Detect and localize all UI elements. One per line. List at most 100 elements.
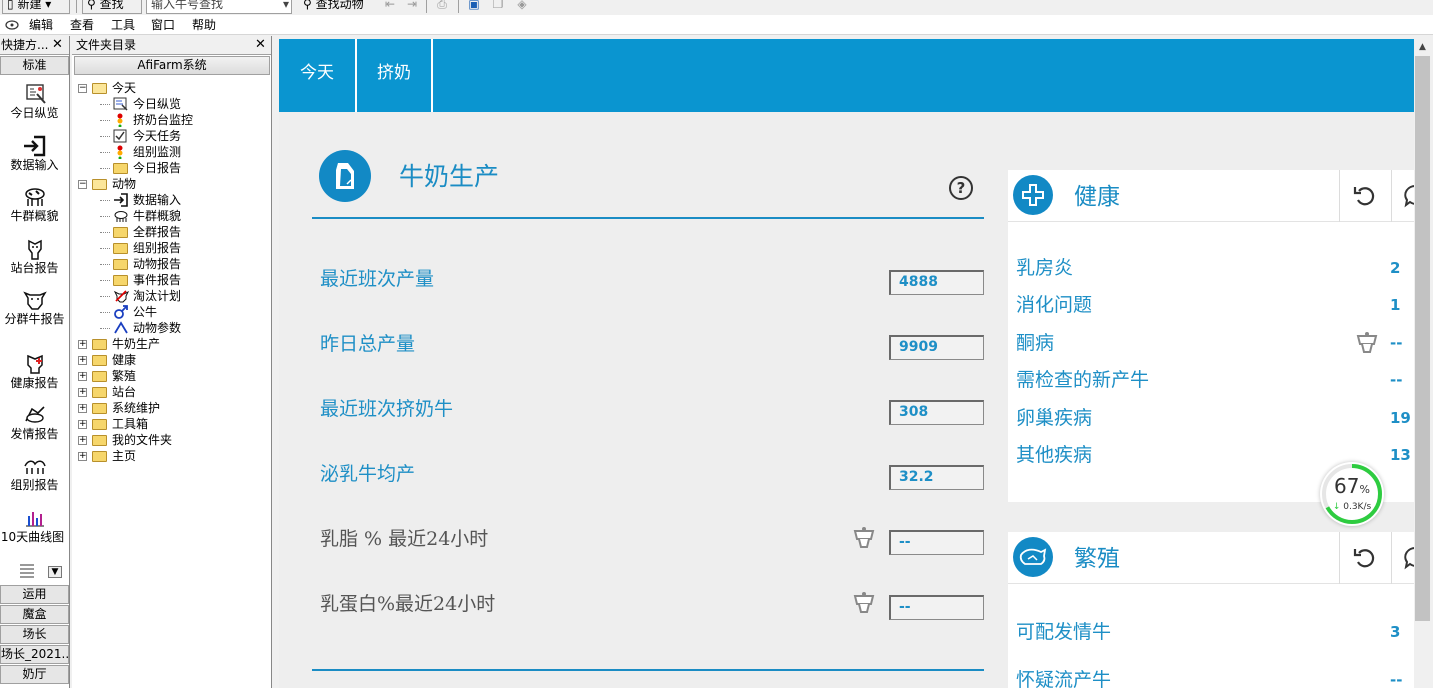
new-button[interactable]: ▯ 新建 ▾ [2,0,70,14]
scroll-down-icon[interactable]: ▼ [48,566,62,578]
tree-item[interactable]: 牛群概貌 [72,208,270,224]
section-magic-box[interactable]: 魔盒 [0,605,69,624]
health-row-value[interactable]: 19 [1390,409,1411,427]
find-button[interactable]: ⚲ 查找 [82,0,142,14]
shortcut-health-report[interactable]: 健康报告 [0,352,69,390]
find-animal-button[interactable]: ⚲ 查找动物 [298,0,378,14]
menu-tools[interactable]: 工具 [111,17,135,33]
chevron-down-icon[interactable]: ▾ [283,0,289,13]
expand-icon[interactable]: + [78,372,87,381]
menu-window[interactable]: 窗口 [151,17,175,33]
health-row-label[interactable]: 需检查的新产牛 [1016,365,1149,392]
section-operation[interactable]: 运用 [0,585,69,604]
health-row-label[interactable]: 消化问题 [1016,290,1092,317]
tab-milking[interactable]: 挤奶 [357,39,433,112]
scroll-up-icon[interactable]: ▲ [1414,39,1431,55]
tree-item[interactable]: 今日报告 [72,160,270,176]
expand-icon[interactable]: + [78,340,87,349]
health-row-value[interactable]: 2 [1390,259,1400,277]
section-standard[interactable]: 标准 [0,56,69,75]
shortcut-group-report[interactable]: 组别报告 [0,454,69,492]
shortcut-station-report[interactable]: 站台报告 [0,237,69,275]
shortcut-10-day-curve[interactable]: 10天曲线图 [0,506,69,544]
health-row-value[interactable]: -- [1390,371,1402,389]
breeding-row-value[interactable]: -- [1390,671,1402,688]
tree-item[interactable]: 组别报告 [72,240,270,256]
expand-icon[interactable]: + [78,388,87,397]
kpi-label[interactable]: 乳脂 % 最近24小时 [320,524,488,551]
kpi-label[interactable]: 泌乳牛均产 [320,459,415,486]
scroll-thumb[interactable] [1415,56,1430,621]
refresh-icon[interactable] [1351,544,1379,572]
search-combobox[interactable]: 输入牛号查找 ▾ [146,0,292,14]
menu-edit[interactable]: 编辑 [29,17,53,33]
network-speed-widget[interactable]: 67% ↓ 0.3K/s [1320,462,1384,526]
shortcut-heat-report[interactable]: 发情报告 [0,403,69,441]
collapse-icon[interactable]: − [78,180,87,189]
vertical-scrollbar[interactable]: ▲ [1414,39,1431,688]
expand-icon[interactable]: + [78,420,87,429]
section-milking-parlor[interactable]: 奶厅 [0,665,69,684]
tab-today[interactable]: 今天 [279,39,357,112]
close-icon[interactable]: ✕ [52,36,63,54]
tree-item[interactable]: + 牛奶生产 [72,336,270,352]
tree-item[interactable]: 组别监测 [72,144,270,160]
tree-item[interactable]: 淘汰计划 [72,288,270,304]
kpi-label[interactable]: 最近班次产量 [320,264,434,291]
help-icon[interactable]: ? [949,176,973,200]
cascade-windows-icon[interactable]: ❐ [490,0,506,12]
tree-item[interactable]: 动物报告 [72,256,270,272]
menu-help[interactable]: 帮助 [192,17,216,33]
health-row-label[interactable]: 酮病 [1016,328,1054,355]
expand-icon[interactable]: + [78,404,87,413]
shortcut-group-cow-report[interactable]: 分群牛报告 [0,288,69,326]
health-row-value[interactable]: 13 [1390,446,1411,464]
tree-item[interactable]: + 健康 [72,352,270,368]
tree-item[interactable]: + 站台 [72,384,270,400]
kpi-label[interactable]: 昨日总产量 [320,329,415,356]
tree-item[interactable]: 公牛 [72,304,270,320]
tree-item[interactable]: + 工具箱 [72,416,270,432]
tree-item[interactable]: − 动物 [72,176,270,192]
layers-icon[interactable]: ◈ [514,0,530,12]
health-row-value[interactable]: 1 [1390,296,1400,314]
shortcut-data-entry[interactable]: 数据输入 [0,134,69,172]
tree-item[interactable]: 全群报告 [72,224,270,240]
tree-item[interactable]: + 我的文件夹 [72,432,270,448]
kpi-label[interactable]: 最近班次挤奶牛 [320,394,453,421]
nav-back-icon[interactable]: ⇤ [382,0,398,12]
tree-root[interactable]: AfiFarm系统 [74,56,270,75]
menu-view[interactable]: 查看 [70,17,94,33]
print-icon[interactable]: ⎙ [434,0,450,12]
shortcut-herd-overview[interactable]: 牛群概貌 [0,185,69,223]
health-row-label[interactable]: 其他疾病 [1016,440,1092,467]
tree-item[interactable]: 事件报告 [72,272,270,288]
health-row-label[interactable]: 卵巢疾病 [1016,403,1092,430]
section-manager[interactable]: 场长 [0,625,69,644]
collapse-icon[interactable]: − [78,84,87,93]
section-manager-2021[interactable]: 场长_2021... [0,645,69,664]
tree-item[interactable]: 数据输入 [72,192,270,208]
tree-item[interactable]: + 主页 [72,448,270,464]
expand-icon[interactable]: + [78,436,87,445]
breeding-row-label[interactable]: 可配发情牛 [1016,617,1111,644]
shortcut-today-overview[interactable]: 今日纵览 [0,82,69,120]
tile-windows-icon[interactable]: ▣ [466,0,482,12]
tree-item[interactable]: + 系统维护 [72,400,270,416]
shortcut-more[interactable]: ▼ [0,559,69,585]
refresh-icon[interactable] [1351,182,1379,210]
expand-icon[interactable]: + [78,452,87,461]
nav-forward-icon[interactable]: ⇥ [404,0,420,12]
app-menu-icon[interactable] [4,17,20,35]
tree-item[interactable]: 挤奶台监控 [72,112,270,128]
tree-item[interactable]: 动物参数 [72,320,270,336]
kpi-label[interactable]: 乳蛋白%最近24小时 [320,589,495,616]
tree-item[interactable]: 今日纵览 [72,96,270,112]
breeding-row-value[interactable]: 3 [1390,623,1400,641]
tree-item[interactable]: − 今天 [72,80,270,96]
close-icon[interactable]: ✕ [255,36,266,54]
health-row-value[interactable]: -- [1390,334,1402,352]
tree-item[interactable]: 今天任务 [72,128,270,144]
breeding-row-label[interactable]: 怀疑流产牛 [1016,665,1111,688]
expand-icon[interactable]: + [78,356,87,365]
